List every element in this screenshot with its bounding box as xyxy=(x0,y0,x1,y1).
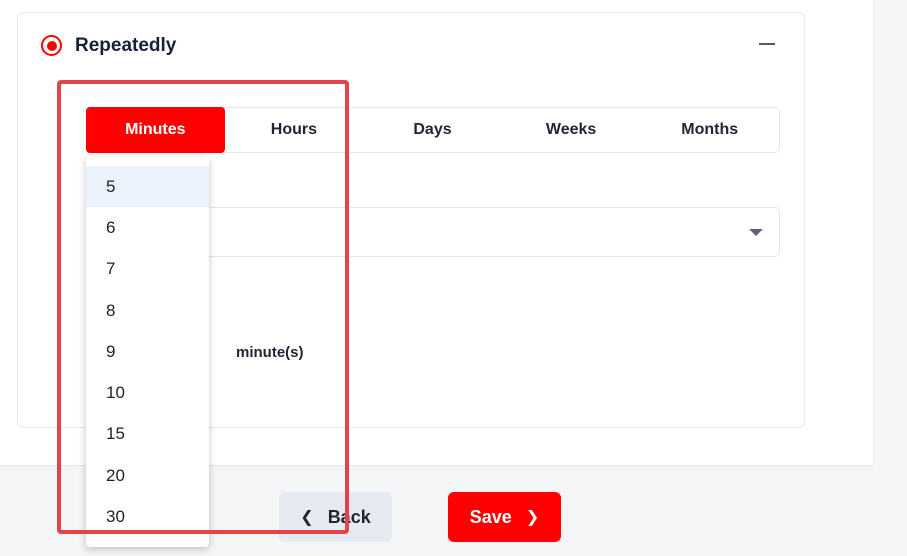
repeatedly-radio[interactable] xyxy=(41,35,62,56)
tab-hours[interactable]: Hours xyxy=(225,108,364,152)
caret-down-icon xyxy=(749,229,763,236)
dropdown-option[interactable]: 20 xyxy=(86,455,209,496)
back-button-label: Back xyxy=(327,506,371,527)
dropdown-option[interactable]: 30 xyxy=(86,496,209,537)
chevron-right-icon: ❯ xyxy=(525,509,540,526)
save-button-label: Save xyxy=(469,506,512,527)
dropdown-option[interactable]: 10 xyxy=(86,372,209,413)
tab-weeks[interactable]: Weeks xyxy=(502,108,641,152)
tab-days[interactable]: Days xyxy=(363,108,502,152)
dropdown-option[interactable]: 7 xyxy=(86,249,209,290)
back-button[interactable]: ❮ Back xyxy=(279,492,392,542)
dropdown-option[interactable]: 5 xyxy=(86,166,209,208)
collapse-minus-icon[interactable] xyxy=(759,43,775,45)
dropdown-option[interactable]: 15 xyxy=(86,414,209,455)
page: Repeatedly Minutes Hours Days Weeks Mont… xyxy=(0,0,907,556)
dropdown-option[interactable]: 6 xyxy=(86,207,209,248)
chevron-left-icon: ❮ xyxy=(300,509,314,526)
interval-unit-label: minute(s) xyxy=(236,344,304,361)
tab-minutes[interactable]: Minutes xyxy=(86,107,225,153)
interval-dropdown: 5 6 7 8 9 10 15 20 30 xyxy=(86,156,209,547)
tab-months[interactable]: Months xyxy=(640,108,779,152)
dropdown-option[interactable]: 9 xyxy=(86,331,209,372)
dropdown-option[interactable]: 8 xyxy=(86,290,209,331)
frequency-tabs: Minutes Hours Days Weeks Months xyxy=(86,107,780,153)
section-title: Repeatedly xyxy=(75,35,177,56)
save-button[interactable]: Save ❯ xyxy=(448,492,561,542)
right-gutter xyxy=(873,0,907,466)
